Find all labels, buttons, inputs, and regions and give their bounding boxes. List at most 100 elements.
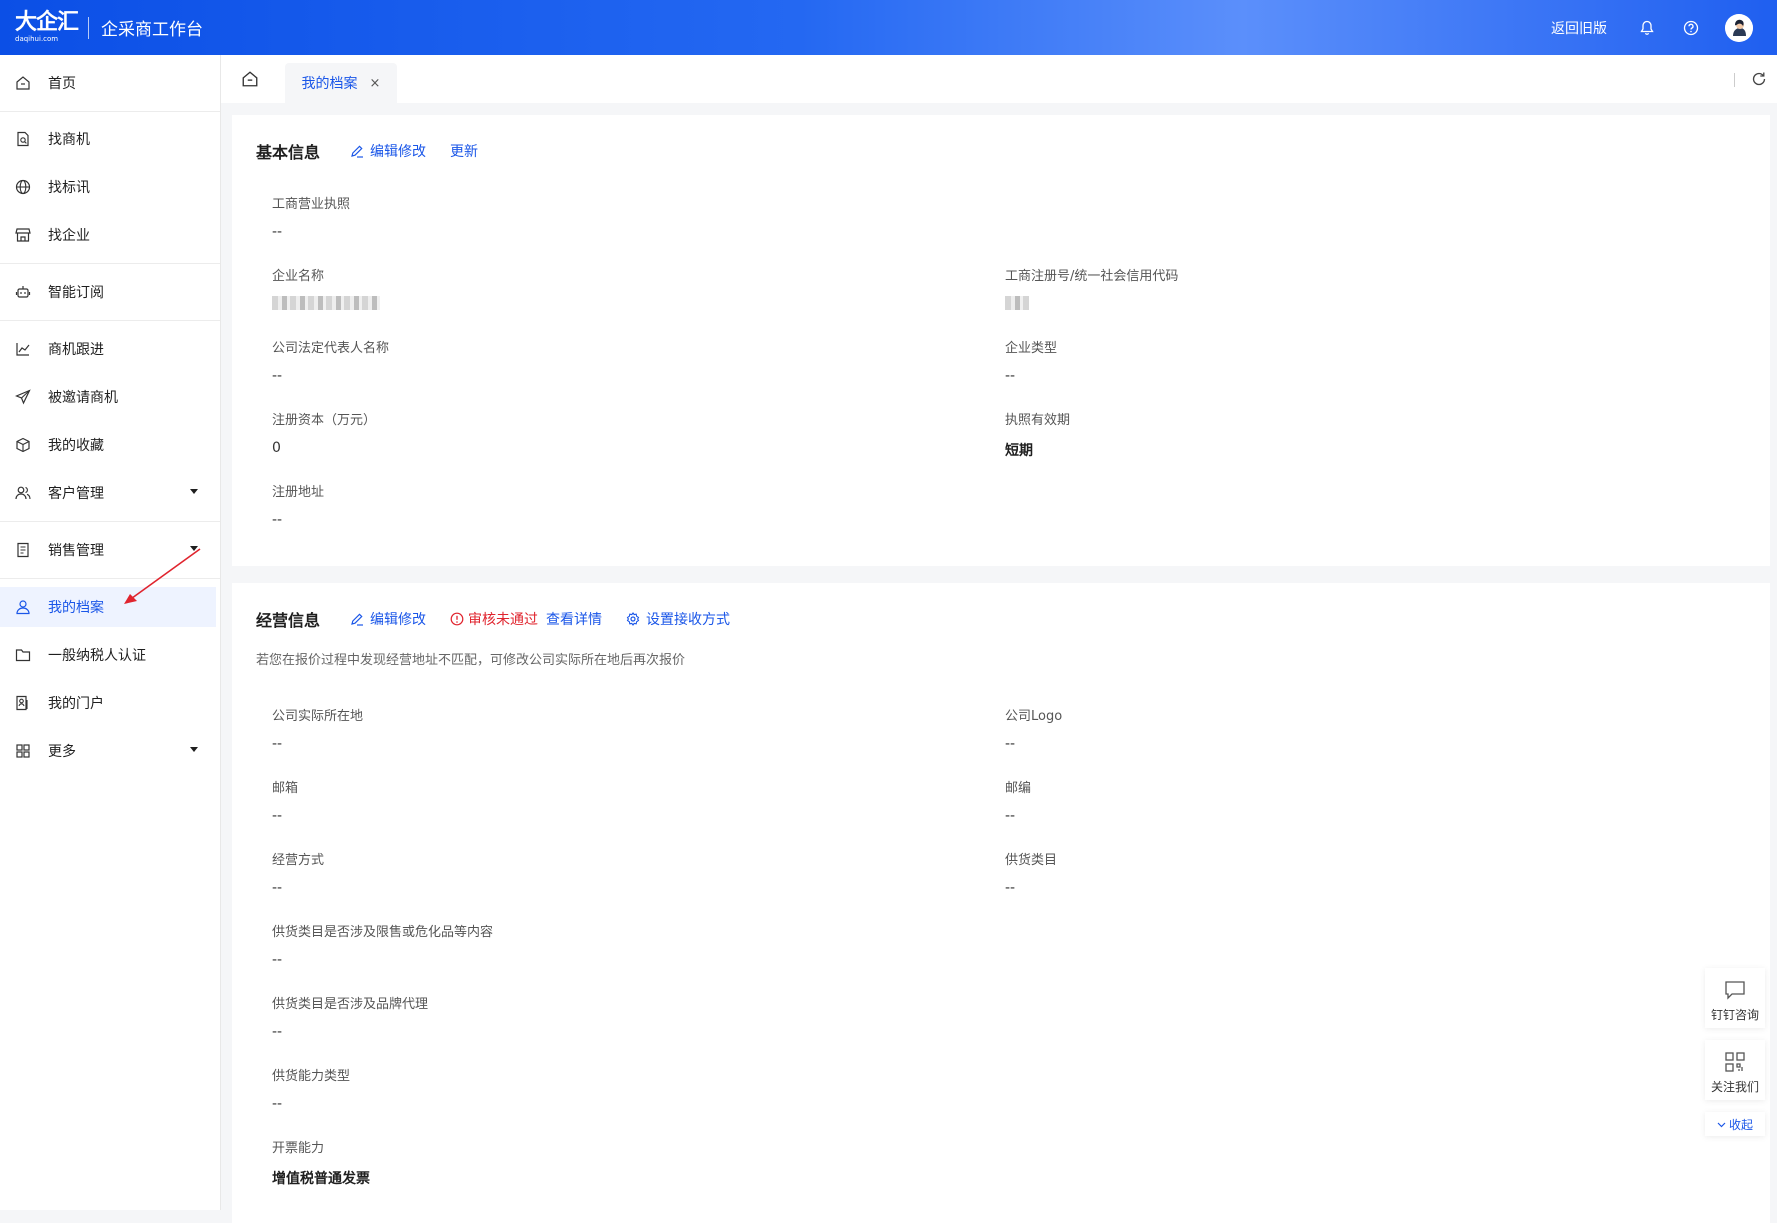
- field-supply-category: 供货类目 --: [1005, 849, 1057, 896]
- edit-icon: [350, 144, 364, 158]
- sidebar-item-find-opportunity[interactable]: 找商机: [0, 119, 216, 159]
- sidebar-item-my-portal[interactable]: 我的门户: [0, 683, 216, 723]
- logo-domain: daqihui.com: [15, 35, 59, 43]
- field-value: --: [272, 880, 283, 896]
- grid-icon: [14, 742, 32, 760]
- field-label: 供货类目是否涉及限售或危化品等内容: [272, 925, 494, 940]
- sidebar-item-label: 一般纳税人认证: [48, 648, 146, 664]
- status-label: 审核未通过: [468, 612, 539, 628]
- update-button[interactable]: 更新: [450, 141, 478, 161]
- field-company-type: 企业类型 --: [1005, 337, 1057, 384]
- home-tab-icon[interactable]: [241, 70, 259, 88]
- field-address: 注册地址 --: [272, 481, 324, 528]
- sidebar-item-label: 我的门户: [48, 696, 104, 712]
- header-actions: 返回旧版: [1551, 0, 1753, 55]
- annotation-arrow: [124, 548, 201, 604]
- tab-my-profile[interactable]: 我的档案 ×: [285, 63, 397, 103]
- basic-info-card: 基本信息 编辑修改 更新 工商营业执照 -- 企业名称 工商注册号/统一社会信用…: [232, 115, 1770, 566]
- edit-business-button[interactable]: 编辑修改: [350, 609, 426, 629]
- qrcode-icon: [1723, 1050, 1747, 1074]
- field-label: 企业名称: [272, 269, 325, 284]
- sidebar-item-label: 首页: [48, 76, 76, 92]
- collapse-label: 收起: [1728, 1117, 1753, 1132]
- chart-icon: [14, 340, 32, 358]
- sidebar-item-label: 更多: [48, 744, 76, 760]
- brand-logo[interactable]: 大企汇 daqihui.com: [15, 10, 79, 43]
- user-avatar[interactable]: [1725, 13, 1753, 42]
- help-icon[interactable]: [1681, 18, 1701, 38]
- field-email: 邮箱 --: [272, 777, 298, 824]
- chat-icon: [1723, 978, 1747, 1002]
- field-value: --: [272, 224, 283, 240]
- sidebar-item-label: 找商机: [48, 132, 90, 148]
- app-title: 企采商工作台: [101, 20, 204, 40]
- field-logo: 公司Logo --: [1005, 705, 1062, 752]
- field-value: 增值税普通发票: [272, 1171, 370, 1187]
- field-value: --: [272, 808, 283, 824]
- sidebar-item-customers[interactable]: 客户管理: [0, 473, 216, 513]
- sidebar-item-find-company[interactable]: 找企业: [0, 215, 216, 255]
- collapse-button[interactable]: 收起: [1705, 1112, 1765, 1136]
- field-supply-capacity: 供货能力类型 --: [272, 1065, 350, 1112]
- field-validity: 执照有效期 短期: [1005, 409, 1070, 460]
- edit-icon: [350, 612, 364, 626]
- sidebar-item-opportunity-follow[interactable]: 商机跟进: [0, 329, 216, 369]
- top-header: 大企汇 daqihui.com 企采商工作台 返回旧版: [0, 0, 1777, 55]
- sidebar-item-invited[interactable]: 被邀请商机: [0, 377, 216, 417]
- chevron-down-icon[interactable]: [190, 747, 198, 752]
- close-icon[interactable]: ×: [370, 76, 381, 91]
- sidebar-item-label: 找企业: [48, 228, 90, 244]
- sidebar-item-home[interactable]: 首页: [0, 63, 216, 103]
- field-label: 工商注册号/统一社会信用代码: [1005, 269, 1179, 284]
- sidebar-item-favorites[interactable]: 我的收藏: [0, 425, 216, 465]
- logo-text: 大企汇: [15, 10, 79, 35]
- sidebar-item-taxpayer-cert[interactable]: 一般纳税人认证: [0, 635, 216, 675]
- field-business-mode: 经营方式 --: [272, 849, 324, 896]
- sidebar-item-label: 我的收藏: [48, 438, 104, 454]
- field-label: 供货类目是否涉及品牌代理: [272, 997, 429, 1012]
- refresh-icon[interactable]: [1751, 71, 1767, 87]
- receive-label: 设置接收方式: [646, 612, 731, 628]
- field-label: 邮编: [1005, 781, 1032, 796]
- back-old-version-link[interactable]: 返回旧版: [1551, 18, 1607, 38]
- follow-label: 关注我们: [1710, 1080, 1759, 1094]
- edit-basic-button[interactable]: 编辑修改: [350, 141, 426, 161]
- sidebar-item-label: 客户管理: [48, 486, 104, 502]
- logo-divider: [88, 16, 90, 39]
- field-value: 0: [272, 440, 281, 456]
- section-title: 经营信息: [256, 611, 321, 630]
- sidebar-item-more[interactable]: 更多: [0, 731, 216, 771]
- sidebar-item-smart-subscribe[interactable]: 智能订阅: [0, 272, 216, 312]
- field-label: 工商营业执照: [272, 197, 351, 212]
- field-label: 供货能力类型: [272, 1069, 351, 1084]
- field-value: --: [272, 1024, 283, 1040]
- set-receive-method-button[interactable]: 设置接收方式: [626, 609, 730, 629]
- field-value: --: [272, 1096, 283, 1112]
- sidebar-item-find-bids[interactable]: 找标讯: [0, 167, 216, 207]
- field-value: --: [1005, 736, 1016, 752]
- doc-search-icon: [14, 130, 32, 148]
- tab-label: 我的档案: [301, 76, 358, 92]
- sidebar: 首页 找商机 找标讯 找企业 智能订阅 商机跟进 被邀请商机 我的收藏 客户管理…: [0, 55, 221, 1210]
- field-label: 公司实际所在地: [272, 709, 364, 724]
- field-value: --: [272, 736, 283, 752]
- view-detail-link[interactable]: 查看详情: [546, 609, 602, 629]
- field-restricted: 供货类目是否涉及限售或危化品等内容 --: [272, 921, 493, 968]
- dingtalk-consult-button[interactable]: 钉钉咨询: [1705, 968, 1765, 1028]
- store-icon: [14, 226, 32, 244]
- business-info-card: 经营信息 编辑修改 审核未通过 查看详情 设置接收方式 若您在报价过程中发现经营…: [232, 583, 1770, 1223]
- field-value: --: [272, 368, 283, 384]
- chevron-down-icon: [1717, 1120, 1726, 1129]
- field-label: 注册资本（万元）: [272, 413, 377, 428]
- follow-us-button[interactable]: 关注我们: [1705, 1040, 1765, 1100]
- field-label: 企业类型: [1005, 341, 1058, 356]
- chevron-down-icon[interactable]: [190, 489, 198, 494]
- alert-circle-icon: [450, 612, 464, 626]
- field-label: 供货类目: [1005, 853, 1058, 868]
- folder-icon: [14, 646, 32, 664]
- box-icon: [14, 436, 32, 454]
- field-value: --: [272, 512, 283, 528]
- field-company-name: 企业名称: [272, 265, 380, 314]
- bell-icon[interactable]: [1637, 18, 1657, 38]
- field-value-redacted: [1005, 296, 1178, 314]
